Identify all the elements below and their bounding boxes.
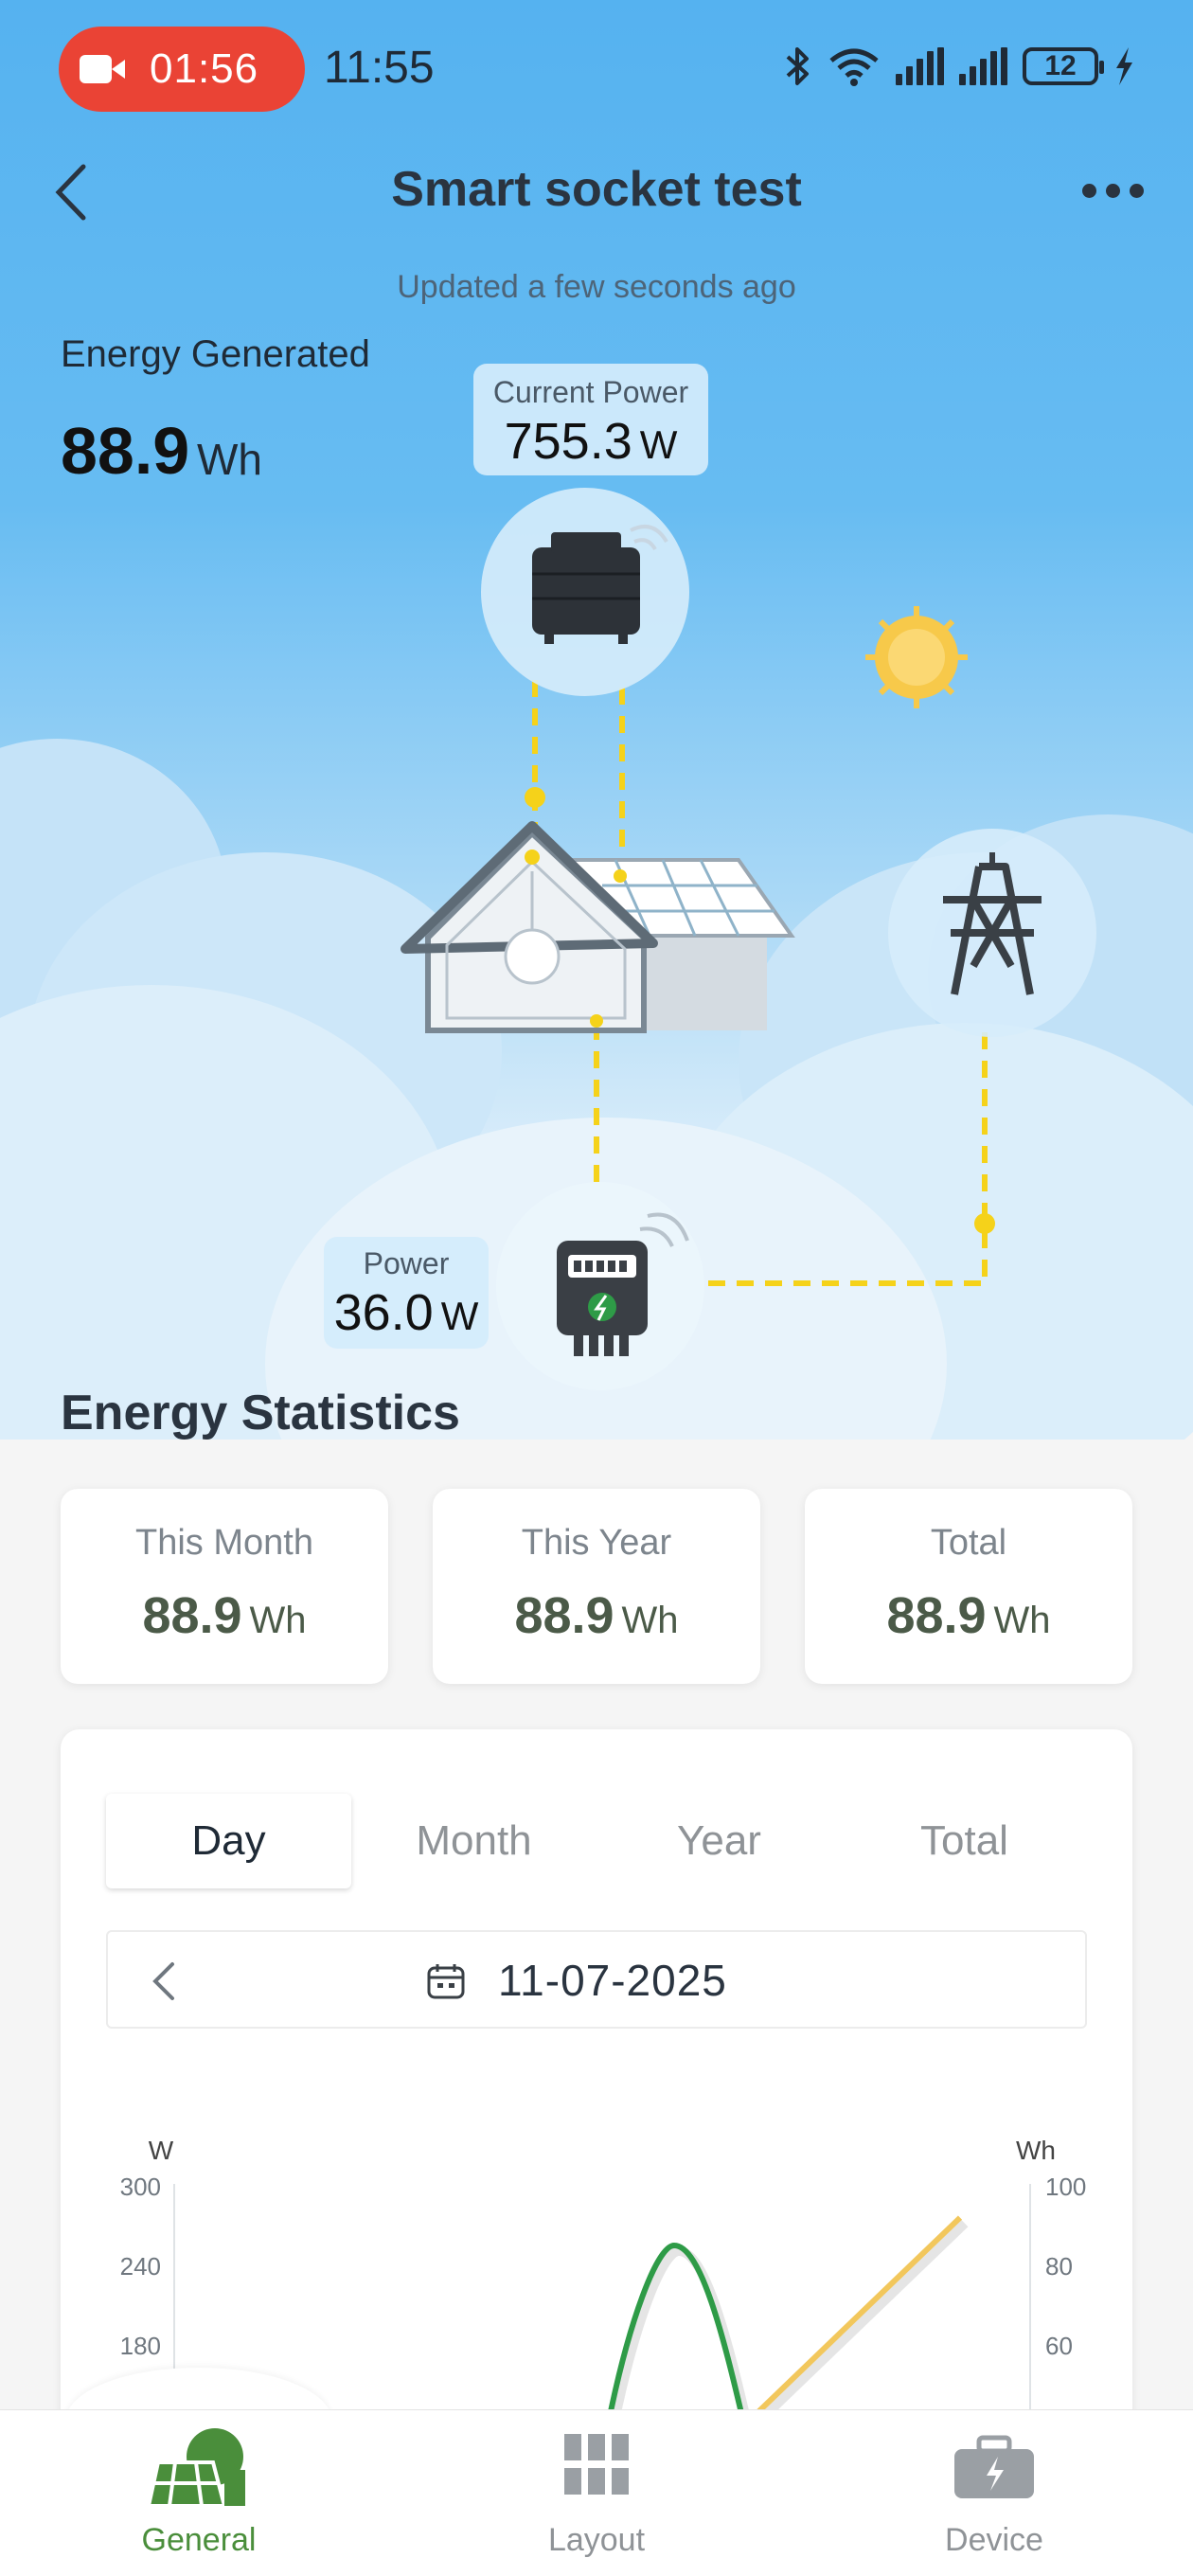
left-axis-tick: 300 xyxy=(120,2173,161,2201)
house-icon xyxy=(401,821,795,1033)
current-power-label: Current Power xyxy=(492,375,689,409)
solar-panel-icon xyxy=(146,2428,245,2508)
current-power-reading: 755.3 W xyxy=(473,412,708,471)
stat-reading: 88.9 Wh xyxy=(433,1586,760,1645)
energy-series-line xyxy=(741,2215,963,2428)
flow-node xyxy=(525,787,545,808)
nav-device[interactable]: Device xyxy=(890,2424,1098,2559)
current-power-unit: W xyxy=(639,422,678,467)
meter-power-label: Power xyxy=(363,1246,450,1280)
right-axis-tick: 100 xyxy=(1045,2173,1086,2201)
stat-reading: 88.9 Wh xyxy=(61,1586,388,1645)
series-shadow xyxy=(608,2245,754,2433)
stat-label: This Year xyxy=(521,1523,672,1563)
left-axis-tick: 180 xyxy=(120,2332,161,2360)
stat-value: 88.9 xyxy=(142,1587,242,1644)
nav-layout[interactable]: Layout xyxy=(492,2424,701,2559)
stat-unit: Wh xyxy=(993,1600,1051,1641)
stat-card-this-month[interactable]: This Month 88.9 Wh xyxy=(61,1489,388,1684)
meter-power-badge: Power 36.0 W xyxy=(324,1237,489,1349)
nav-label: Device xyxy=(945,2522,1043,2558)
toolbox-icon xyxy=(954,2435,1034,2498)
energy-flow-diagram xyxy=(401,488,1096,1390)
left-axis-tick: 240 xyxy=(120,2252,161,2281)
stat-card-total[interactable]: Total 88.9 Wh xyxy=(805,1489,1132,1684)
inverter-icon xyxy=(481,488,689,696)
stat-value: 88.9 xyxy=(514,1587,614,1644)
left-axis-unit: W xyxy=(149,2136,174,2165)
stat-unit: Wh xyxy=(249,1600,307,1641)
series-shadow xyxy=(745,2219,969,2435)
stat-label: Total xyxy=(930,1523,1007,1563)
grid-icon xyxy=(564,2434,629,2495)
stat-label: This Month xyxy=(135,1523,313,1563)
meter-power-unit: W xyxy=(440,1294,479,1338)
current-power-badge: Current Power 755.3 W xyxy=(473,364,708,475)
nav-general[interactable]: General xyxy=(95,2424,303,2559)
stat-unit: Wh xyxy=(621,1600,679,1641)
meter-power-value: 36.0 xyxy=(333,1284,434,1341)
current-power-value: 755.3 xyxy=(504,413,632,470)
right-axis-tick: 80 xyxy=(1045,2252,1073,2281)
sun-icon xyxy=(865,606,968,708)
right-axis-unit: Wh xyxy=(1016,2136,1056,2165)
power-series-line xyxy=(605,2242,747,2426)
nav-label: General xyxy=(141,2522,257,2558)
nav-label: Layout xyxy=(547,2522,646,2558)
smart-meter-icon xyxy=(496,1182,704,1390)
meter-power-reading: 36.0 W xyxy=(324,1283,489,1342)
stat-reading: 88.9 Wh xyxy=(805,1586,1132,1645)
energy-statistics-heading: Energy Statistics xyxy=(61,1386,460,1440)
right-axis-tick: 60 xyxy=(1045,2332,1073,2360)
flow-node xyxy=(974,1213,995,1234)
stat-value: 88.9 xyxy=(886,1587,987,1644)
stat-card-this-year[interactable]: This Year 88.9 Wh xyxy=(433,1489,760,1684)
power-tower-icon xyxy=(888,829,1096,1037)
